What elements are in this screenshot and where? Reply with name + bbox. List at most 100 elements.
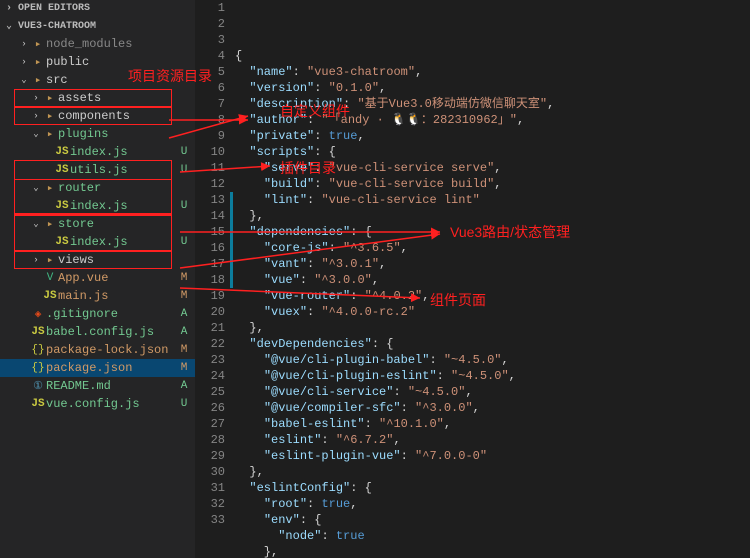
tree-item[interactable]: {}package.jsonM xyxy=(0,359,195,377)
js-icon: JS xyxy=(30,326,46,338)
chevron-icon: › xyxy=(30,255,42,265)
code-line: "scripts": { xyxy=(235,144,750,160)
line-number: 4 xyxy=(195,48,225,64)
file-label: router xyxy=(58,181,177,195)
git-badge: A xyxy=(177,380,191,392)
code-line: "vue-router": "^4.0.2", xyxy=(235,288,750,304)
code-line: "eslint": "^6.7.2", xyxy=(235,432,750,448)
code-line: "eslint-plugin-vue": "^7.0.0-0" xyxy=(235,448,750,464)
tree-item[interactable]: JSvue.config.jsU xyxy=(0,395,195,413)
line-number: 17 xyxy=(195,256,225,272)
js-icon: JS xyxy=(54,236,70,248)
tree-item[interactable]: ›▸views xyxy=(0,251,195,269)
line-number: 10 xyxy=(195,144,225,160)
git-badge: M xyxy=(177,290,191,302)
tree-item[interactable]: ›▸public xyxy=(0,53,195,71)
code-line: }, xyxy=(235,464,750,480)
tree-item[interactable]: ⌄▸store xyxy=(0,215,195,233)
line-number: 31 xyxy=(195,480,225,496)
git-badge: U xyxy=(177,200,191,212)
tree-item[interactable]: ①README.mdA xyxy=(0,377,195,395)
folder-icon: ▸ xyxy=(42,109,58,123)
file-label: index.js xyxy=(70,145,177,159)
tree-item[interactable]: {}package-lock.jsonM xyxy=(0,341,195,359)
code-line: "lint": "vue-cli-service lint" xyxy=(235,192,750,208)
file-label: assets xyxy=(58,91,177,105)
code-line: "vue": "^3.0.0", xyxy=(235,272,750,288)
line-number: 25 xyxy=(195,384,225,400)
tree-item[interactable]: VApp.vueM xyxy=(0,269,195,287)
line-gutter: 1234567891011121314151617181920212223242… xyxy=(195,0,235,558)
code-line: }, xyxy=(235,208,750,224)
line-number: 33 xyxy=(195,512,225,528)
line-number: 32 xyxy=(195,496,225,512)
code-line: "eslintConfig": { xyxy=(235,480,750,496)
project-header[interactable]: ⌄ VUE3-CHATROOM xyxy=(0,17,195,35)
code-line: "@vue/cli-service": "~4.5.0", xyxy=(235,384,750,400)
git-badge: M xyxy=(177,362,191,374)
code-line: }, xyxy=(235,544,750,558)
tree-item[interactable]: JSindex.jsU xyxy=(0,233,195,251)
line-number: 16 xyxy=(195,240,225,256)
line-number: 28 xyxy=(195,432,225,448)
folder-icon: ▸ xyxy=(30,37,46,51)
tree-item[interactable]: ›▸assets xyxy=(0,89,195,107)
file-label: utils.js xyxy=(70,163,177,177)
line-number: 15 xyxy=(195,224,225,240)
code-content[interactable]: { "name": "vue3-chatroom", "version": "0… xyxy=(235,0,750,558)
code-line: "build": "vue-cli-service build", xyxy=(235,176,750,192)
tree-item[interactable]: ◈.gitignoreA xyxy=(0,305,195,323)
file-label: babel.config.js xyxy=(46,325,177,339)
line-number: 18 xyxy=(195,272,225,288)
code-line: "private": true, xyxy=(235,128,750,144)
folder-icon: ▸ xyxy=(42,253,58,267)
file-tree: ›▸node_modules›▸public⌄▸src›▸assets›▸com… xyxy=(0,35,195,558)
file-label: node_modules xyxy=(46,37,177,51)
code-line: "node": true xyxy=(235,528,750,544)
file-label: App.vue xyxy=(58,271,177,285)
chevron-icon: ⌄ xyxy=(30,219,42,229)
line-number: 29 xyxy=(195,448,225,464)
code-line: }, xyxy=(235,320,750,336)
tree-item[interactable]: JSutils.jsU xyxy=(0,161,195,179)
line-number: 30 xyxy=(195,464,225,480)
git-badge: U xyxy=(177,164,191,176)
code-line: "vant": "^3.0.1", xyxy=(235,256,750,272)
line-number: 8 xyxy=(195,112,225,128)
js-icon: JS xyxy=(54,200,70,212)
file-label: .gitignore xyxy=(46,307,177,321)
tree-item[interactable]: ›▸components xyxy=(0,107,195,125)
tree-item[interactable]: ⌄▸src xyxy=(0,71,195,89)
code-line: "env": { xyxy=(235,512,750,528)
folder-icon: ▸ xyxy=(42,127,58,141)
line-number: 13 xyxy=(195,192,225,208)
code-line: "author": "「andy · 🐧🐧：282310962」", xyxy=(235,112,750,128)
chevron-icon: › xyxy=(30,93,42,103)
tree-item[interactable]: ⌄▸router xyxy=(0,179,195,197)
code-line: "@vue/cli-plugin-eslint": "~4.5.0", xyxy=(235,368,750,384)
folder-icon: ▸ xyxy=(42,91,58,105)
chevron-icon: › xyxy=(18,57,30,67)
tree-item[interactable]: ›▸node_modules xyxy=(0,35,195,53)
code-line: "root": true, xyxy=(235,496,750,512)
code-line: "core-js": "^3.6.5", xyxy=(235,240,750,256)
line-number: 3 xyxy=(195,32,225,48)
line-number: 7 xyxy=(195,96,225,112)
line-number: 5 xyxy=(195,64,225,80)
js-icon: JS xyxy=(30,398,46,410)
file-label: package.json xyxy=(46,361,177,375)
tree-item[interactable]: ⌄▸plugins xyxy=(0,125,195,143)
line-number: 6 xyxy=(195,80,225,96)
section-label: OPEN EDITORS xyxy=(18,3,90,14)
tree-item[interactable]: JSbabel.config.jsA xyxy=(0,323,195,341)
json-icon: {} xyxy=(30,344,46,356)
open-editors-header[interactable]: › OPEN EDITORS xyxy=(0,0,195,17)
tree-item[interactable]: JSindex.jsU xyxy=(0,143,195,161)
line-number: 14 xyxy=(195,208,225,224)
tree-item[interactable]: JSindex.jsU xyxy=(0,197,195,215)
tree-item[interactable]: JSmain.jsM xyxy=(0,287,195,305)
chevron-icon: ⌄ xyxy=(30,183,42,193)
line-number: 2 xyxy=(195,16,225,32)
git-badge: U xyxy=(177,146,191,158)
folder-icon: ▸ xyxy=(30,73,46,87)
